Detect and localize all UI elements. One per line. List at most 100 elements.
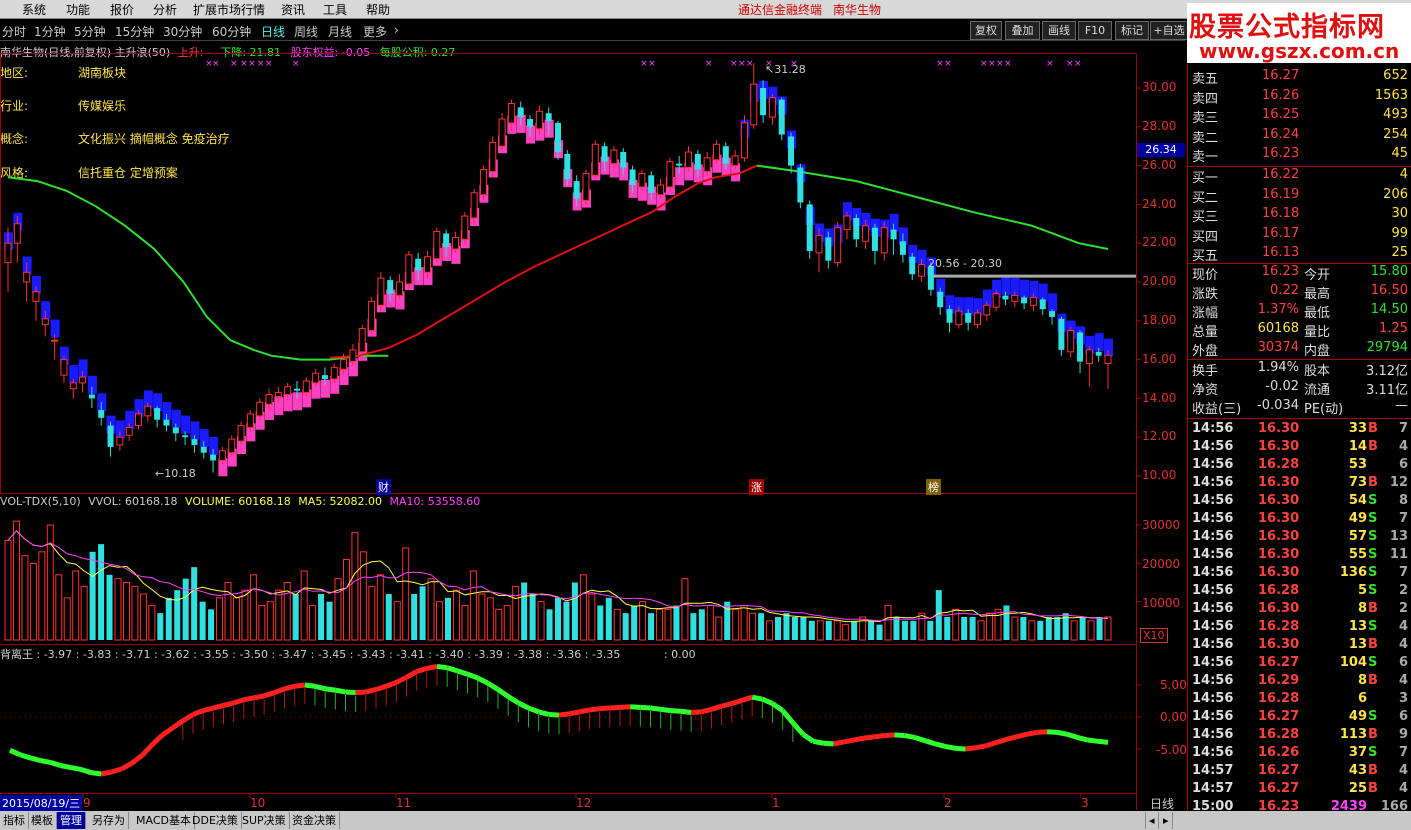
osc-segment bbox=[436, 663, 448, 671]
stat-label: 今开 bbox=[1304, 268, 1331, 283]
period-tab[interactable]: 5分钟 bbox=[74, 23, 106, 40]
vol-volume: VOLUME: 60168.18 bbox=[185, 495, 291, 508]
trade-count: 4 bbox=[1398, 439, 1408, 454]
trade-row: 14:56 16.28 113 B 9 bbox=[1190, 727, 1411, 745]
volume-bar-down bbox=[961, 617, 968, 640]
trade-time: 14:56 bbox=[1192, 547, 1234, 562]
period-tab[interactable]: 30分钟 bbox=[163, 23, 202, 40]
scroll-left-icon[interactable]: ◂ bbox=[1145, 812, 1159, 829]
ask-volume: 1563 bbox=[1374, 87, 1408, 103]
candle-body-up bbox=[284, 386, 292, 396]
volume-bar-down bbox=[411, 594, 418, 640]
period-tab[interactable]: 1分钟 bbox=[34, 23, 66, 40]
candle-body-down bbox=[321, 375, 328, 379]
tab-fund[interactable]: 资金决策 bbox=[289, 812, 340, 829]
candle-body-up bbox=[834, 227, 842, 264]
candle-body-up bbox=[1104, 354, 1112, 364]
volume-bar-up bbox=[1070, 620, 1078, 641]
trade-time: 14:56 bbox=[1192, 583, 1234, 598]
candle-body-down bbox=[191, 439, 198, 445]
trade-volume: 136 bbox=[1339, 565, 1367, 580]
candle-body-down bbox=[965, 313, 972, 323]
volume-bar-up bbox=[216, 597, 224, 641]
tab-manage[interactable]: 管理 bbox=[57, 812, 86, 829]
menu-function[interactable]: 功能 bbox=[66, 1, 90, 18]
scroll-right-icon[interactable]: ▸ bbox=[1160, 812, 1173, 829]
period-tab[interactable]: 15分钟 bbox=[115, 23, 154, 40]
logo-line2: www.gszx.com.cn bbox=[1199, 39, 1400, 63]
osc-segment bbox=[49, 760, 62, 769]
add-watchlist-button[interactable]: +自选 bbox=[1150, 21, 1188, 40]
osc-segment bbox=[212, 703, 225, 711]
trade-direction: S bbox=[1368, 583, 1378, 598]
tab-sup[interactable]: SUP决策 bbox=[239, 812, 290, 829]
period-tab[interactable]: 分时 bbox=[2, 23, 26, 40]
menu-system[interactable]: 系统 bbox=[22, 1, 46, 18]
candle-body-up bbox=[396, 281, 404, 297]
period-tab[interactable]: 月线 bbox=[328, 23, 352, 40]
volume-bar-down bbox=[605, 597, 612, 640]
bid-label: 买三 bbox=[1192, 210, 1219, 225]
menu-tools[interactable]: 工具 bbox=[323, 1, 347, 18]
ask-price: 16.23 bbox=[1262, 146, 1300, 161]
volume-bar-up bbox=[427, 578, 435, 641]
stock-chart[interactable]: × × × × × × × × × × × × × × × × × × × × × × × × × bbox=[0, 40, 1187, 810]
f10-button[interactable]: F10 bbox=[1078, 21, 1112, 40]
volume-bar-up bbox=[478, 593, 486, 641]
osc-segment bbox=[365, 687, 377, 695]
candle-body-up bbox=[23, 271, 31, 283]
trade-volume: 6 bbox=[1357, 691, 1367, 706]
ask-row: 卖四 16.26 1563 bbox=[1190, 88, 1411, 107]
osc-segment bbox=[884, 732, 895, 739]
period-tab[interactable]: 更多 bbox=[363, 23, 387, 40]
signal-x-mark: × bbox=[746, 59, 754, 69]
trade-time: 14:56 bbox=[1192, 637, 1234, 652]
marker-ranking[interactable]: 榜 bbox=[926, 479, 941, 495]
period-tab-active[interactable]: 日线 bbox=[261, 23, 285, 40]
stat-label: PE(动) bbox=[1304, 402, 1344, 417]
stat-value: 15.80 bbox=[1370, 264, 1408, 279]
stat-row: 涨跌 0.22 最高 16.50 bbox=[1190, 283, 1411, 302]
price-tick: 12.00 bbox=[1142, 429, 1177, 443]
price-tick: 28.00 bbox=[1142, 119, 1177, 133]
volume-bar-down bbox=[673, 605, 680, 640]
restore-rights-button[interactable]: 复权 bbox=[970, 21, 1002, 40]
tab-macd[interactable]: MACD基本 bbox=[133, 812, 195, 829]
volume-bar-up bbox=[977, 620, 985, 641]
osc-segment bbox=[1056, 729, 1068, 737]
signal-x-mark: × bbox=[944, 59, 952, 69]
candle-body-up bbox=[13, 223, 21, 244]
volume-bar-down bbox=[445, 597, 451, 640]
menu-analysis[interactable]: 分析 bbox=[153, 1, 177, 18]
tab-dde[interactable]: DDE决策 bbox=[189, 812, 242, 829]
volume-bar-up bbox=[918, 612, 926, 641]
overlay-button[interactable]: 叠加 bbox=[1005, 21, 1040, 40]
tab-template[interactable]: 模板 bbox=[28, 812, 57, 829]
candle-body-up bbox=[610, 149, 618, 165]
chevron-right-icon[interactable]: › bbox=[394, 23, 399, 37]
menu-help[interactable]: 帮助 bbox=[366, 1, 390, 18]
trade-price: 16.28 bbox=[1258, 727, 1300, 742]
marker-limit-up[interactable]: 涨 bbox=[749, 479, 764, 495]
tab-indicator[interactable]: 指标 bbox=[0, 812, 29, 829]
trade-price: 16.29 bbox=[1258, 673, 1300, 688]
osc-segment bbox=[833, 739, 845, 747]
candle-body-down bbox=[909, 256, 916, 275]
period-tab[interactable]: 周线 bbox=[294, 23, 318, 40]
bid-volume: 4 bbox=[1399, 167, 1408, 182]
menu-quote[interactable]: 报价 bbox=[110, 1, 134, 18]
volume-bar-up bbox=[664, 608, 672, 641]
tab-save-as[interactable]: 另存为 bbox=[89, 812, 129, 829]
menu-extended-market[interactable]: 扩展市场行情 bbox=[193, 1, 265, 18]
menu-news[interactable]: 资讯 bbox=[281, 1, 305, 18]
volume-bar-up bbox=[232, 597, 240, 641]
trade-row: 14:56 16.30 73 B 12 bbox=[1190, 475, 1411, 493]
mark-button[interactable]: 标记 bbox=[1115, 21, 1149, 40]
draw-line-button[interactable]: 画线 bbox=[1042, 21, 1076, 40]
current-date: 2015/08/19/三 bbox=[0, 795, 83, 811]
period-tab[interactable]: 60分钟 bbox=[212, 23, 251, 40]
stat-value: -0.02 bbox=[1265, 379, 1299, 394]
marker-finance[interactable]: 财 bbox=[376, 479, 391, 495]
candle-body-down bbox=[210, 454, 217, 461]
trend-band-block bbox=[1020, 279, 1030, 298]
